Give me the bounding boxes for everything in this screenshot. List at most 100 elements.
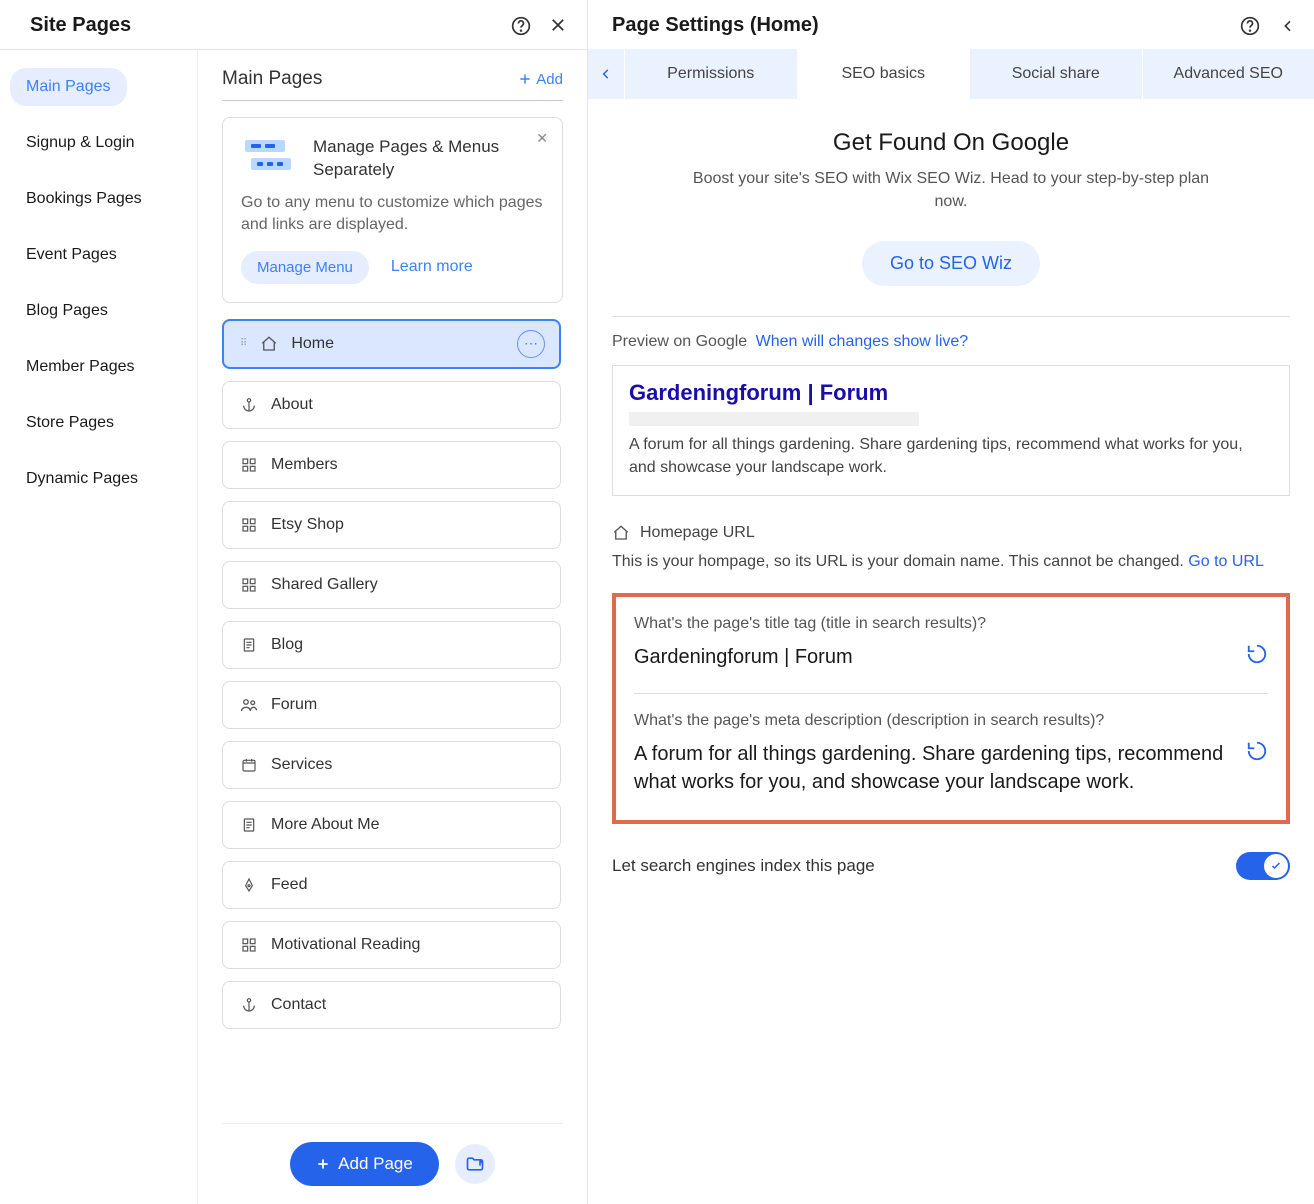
tab-advanced-seo[interactable]: Advanced SEO — [1142, 49, 1314, 99]
site-pages-header: Site Pages — [0, 0, 587, 50]
page-settings-header: Page Settings (Home) — [588, 14, 1314, 49]
page-item-label: Members — [271, 456, 338, 474]
close-icon[interactable] — [549, 16, 567, 36]
callout-text: Go to any menu to customize which pages … — [241, 192, 544, 237]
seo-hero-title: Get Found On Google — [612, 129, 1290, 157]
page-settings-panel: Page Settings (Home) PermissionsSEO basi… — [588, 0, 1314, 1204]
manage-menus-callout: ✕ Manage Pages & Menus Separately Go to … — [222, 117, 563, 303]
callout-title: Manage Pages & Menus Separately — [313, 136, 544, 182]
drag-handle-icon[interactable]: ⠿ — [240, 338, 247, 349]
preview-desc: A forum for all things gardening. Share … — [629, 434, 1273, 479]
page-item-label: Forum — [271, 696, 317, 714]
manage-menu-button[interactable]: Manage Menu — [241, 251, 369, 284]
help-icon[interactable] — [511, 16, 531, 36]
main-pages-title: Main Pages — [222, 68, 322, 90]
tab-seo-basics[interactable]: SEO basics — [797, 49, 970, 99]
seo-fields-highlight: What's the page's title tag (title in se… — [612, 593, 1290, 824]
folder-button[interactable] — [455, 1144, 495, 1184]
page-item-services[interactable]: ⠿Services⋯ — [222, 741, 561, 789]
site-pages-panel: Site Pages Main Pages Signup & Login Booki… — [0, 0, 588, 1204]
preview-changes-link[interactable]: When will changes show live? — [756, 333, 969, 350]
page-item-contact[interactable]: ⠿Contact⋯ — [222, 981, 561, 1029]
calendar-icon — [239, 757, 259, 773]
page-item-feed[interactable]: ⠿Feed⋯ — [222, 861, 561, 909]
meta-desc-label: What's the page's meta description (desc… — [634, 712, 1268, 730]
page-item-label: Contact — [271, 996, 326, 1014]
learn-more-link[interactable]: Learn more — [391, 258, 473, 276]
preview-title: Gardeningforum | Forum — [629, 380, 1273, 406]
nav-item-dynamic-pages[interactable]: Dynamic Pages — [0, 460, 197, 498]
seo-basics-body: Get Found On Google Boost your site's SE… — [588, 99, 1314, 1204]
home-icon — [259, 335, 279, 353]
meta-desc-input[interactable]: A forum for all things gardening. Share … — [634, 740, 1234, 796]
page-item-home[interactable]: ⠿ Home ⋯ — [222, 319, 561, 369]
page-item-label: Home — [291, 335, 334, 353]
page-item-members[interactable]: ⠿Members⋯ — [222, 441, 561, 489]
reset-desc-icon[interactable] — [1246, 740, 1268, 762]
title-tag-label: What's the page's title tag (title in se… — [634, 615, 1268, 633]
google-preview-box: Gardeningforum | Forum A forum for all t… — [612, 365, 1290, 496]
preview-url-placeholder — [629, 412, 919, 426]
add-page-button[interactable]: Add Page — [290, 1142, 439, 1186]
grid-icon — [239, 937, 259, 953]
callout-close-icon[interactable]: ✕ — [536, 130, 548, 147]
nav-item-store-pages[interactable]: Store Pages — [0, 404, 197, 442]
anchor-icon — [239, 997, 259, 1013]
go-to-url-link[interactable]: Go to URL — [1188, 553, 1264, 570]
add-page-label: Add Page — [338, 1154, 413, 1174]
page-settings-title: Page Settings (Home) — [612, 14, 819, 37]
seo-wiz-button[interactable]: Go to SEO Wiz — [862, 241, 1040, 286]
page-more-button[interactable]: ⋯ — [517, 330, 545, 358]
nav-item-main-pages[interactable]: Main Pages — [10, 68, 127, 106]
tab-social-share[interactable]: Social share — [969, 49, 1142, 99]
page-list: ⠿ Home ⋯ ⠿About⋯ ⠿Members⋯ ⠿Etsy Shop⋯ ⠿Shared… — [222, 319, 563, 1123]
doc-icon — [239, 637, 259, 653]
meta-desc-block: What's the page's meta description (desc… — [634, 712, 1268, 796]
doc-icon — [239, 817, 259, 833]
main-pages-section: Main Pages Add ✕ Manage Pages & Menus Se… — [198, 50, 587, 1204]
settings-tabs: PermissionsSEO basicsSocial shareAdvance… — [588, 49, 1314, 99]
page-item-label: Feed — [271, 876, 307, 894]
index-toggle-row: Let search engines index this page — [612, 852, 1290, 880]
seo-hero-text: Boost your site's SEO with Wix SEO Wiz. … — [691, 167, 1211, 213]
reset-title-icon[interactable] — [1246, 643, 1268, 665]
site-pages-footer: Add Page — [222, 1123, 563, 1204]
index-toggle[interactable] — [1236, 852, 1290, 880]
seo-hero: Get Found On Google Boost your site's SE… — [612, 129, 1290, 286]
people-icon — [239, 696, 259, 714]
preview-label: Preview on Google — [612, 333, 747, 350]
pen-icon — [239, 877, 259, 893]
page-item-label: Etsy Shop — [271, 516, 344, 534]
title-tag-input[interactable]: Gardeningforum | Forum — [634, 643, 1234, 671]
nav-item-member-pages[interactable]: Member Pages — [0, 348, 197, 386]
page-item-etsy-shop[interactable]: ⠿Etsy Shop⋯ — [222, 501, 561, 549]
nav-item-blog-pages[interactable]: Blog Pages — [0, 292, 197, 330]
page-item-label: More About Me — [271, 816, 380, 834]
page-item-shared-gallery[interactable]: ⠿Shared Gallery⋯ — [222, 561, 561, 609]
tab-scroll-left[interactable] — [588, 49, 624, 99]
page-item-label: Motivational Reading — [271, 936, 420, 954]
site-pages-title: Site Pages — [30, 14, 131, 37]
pages-menus-icon — [241, 136, 297, 180]
page-item-about[interactable]: ⠿About⋯ — [222, 381, 561, 429]
nav-item-bookings-pages[interactable]: Bookings Pages — [0, 180, 197, 218]
homepage-url-text: This is your hompage, so its URL is your… — [612, 550, 1290, 573]
grid-icon — [239, 457, 259, 473]
tab-permissions[interactable]: Permissions — [624, 49, 797, 99]
anchor-icon — [239, 397, 259, 413]
page-item-motivational-reading[interactable]: ⠿Motivational Reading⋯ — [222, 921, 561, 969]
page-item-forum[interactable]: ⠿Forum⋯ — [222, 681, 561, 729]
chevron-left-icon[interactable] — [1280, 18, 1296, 34]
page-category-nav: Main Pages Signup & Login Bookings Pages Ev… — [0, 50, 198, 1204]
toggle-knob — [1264, 854, 1288, 878]
homepage-url-label: Homepage URL — [640, 524, 755, 542]
home-icon — [612, 524, 630, 542]
help-icon[interactable] — [1240, 16, 1260, 36]
nav-item-signup-login[interactable]: Signup & Login — [0, 124, 197, 162]
page-item-label: Blog — [271, 636, 303, 654]
page-item-label: About — [271, 396, 313, 414]
add-link[interactable]: Add — [518, 71, 563, 88]
page-item-more-about-me[interactable]: ⠿More About Me⋯ — [222, 801, 561, 849]
page-item-blog[interactable]: ⠿Blog⋯ — [222, 621, 561, 669]
nav-item-event-pages[interactable]: Event Pages — [0, 236, 197, 274]
